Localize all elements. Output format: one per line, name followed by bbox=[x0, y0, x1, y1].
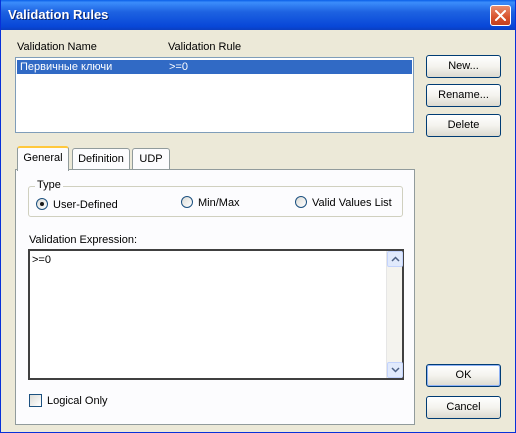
radio-valid-values-list-label[interactable]: Valid Values List bbox=[312, 197, 392, 209]
vertical-scrollbar[interactable] bbox=[386, 251, 403, 378]
column-header-validation-name: Validation Name bbox=[17, 41, 97, 53]
validation-rules-dialog: Validation Rules Validation Name Validat… bbox=[0, 0, 516, 433]
window-title: Validation Rules bbox=[8, 7, 109, 22]
type-groupbox: Type User-Defined Min/Max Valid Values L… bbox=[28, 179, 403, 217]
radio-user-defined-label[interactable]: User-Defined bbox=[53, 199, 118, 211]
cancel-button[interactable]: Cancel bbox=[426, 396, 501, 419]
list-item-rule: >=0 bbox=[169, 61, 188, 73]
logical-only-checkbox[interactable] bbox=[29, 394, 42, 407]
validation-rules-list[interactable]: Первичные ключи >=0 bbox=[15, 57, 414, 133]
scroll-up-button[interactable] bbox=[387, 251, 403, 267]
logical-only-label[interactable]: Logical Only bbox=[47, 395, 108, 407]
tab-udp[interactable]: UDP bbox=[132, 148, 170, 170]
delete-button[interactable]: Delete bbox=[426, 114, 501, 137]
type-group-title: Type bbox=[35, 179, 63, 191]
title-bar[interactable]: Validation Rules bbox=[1, 0, 515, 30]
validation-expression-value: >=0 bbox=[32, 254, 51, 266]
radio-valid-values-list[interactable] bbox=[295, 196, 307, 208]
radio-min-max[interactable] bbox=[181, 196, 193, 208]
validation-expression-field[interactable]: >=0 bbox=[28, 249, 404, 380]
column-header-validation-rule: Validation Rule bbox=[168, 41, 242, 53]
validation-expression-label: Validation Expression: bbox=[29, 234, 138, 246]
ok-button[interactable]: OK bbox=[426, 364, 501, 387]
close-icon bbox=[495, 10, 506, 21]
chevron-up-icon bbox=[391, 256, 400, 262]
chevron-down-icon bbox=[391, 367, 400, 373]
radio-min-max-label[interactable]: Min/Max bbox=[198, 197, 240, 209]
list-item[interactable]: Первичные ключи >=0 bbox=[17, 60, 412, 74]
rename-button[interactable]: Rename... bbox=[426, 84, 501, 107]
list-item-name: Первичные ключи bbox=[20, 61, 113, 73]
close-button[interactable] bbox=[490, 5, 511, 26]
tab-general[interactable]: General bbox=[17, 146, 69, 171]
new-button[interactable]: New... bbox=[426, 55, 501, 78]
general-tab-panel: Type User-Defined Min/Max Valid Values L… bbox=[15, 169, 415, 425]
tab-definition[interactable]: Definition bbox=[72, 148, 130, 170]
scroll-down-button[interactable] bbox=[387, 362, 403, 378]
radio-user-defined[interactable] bbox=[36, 198, 48, 210]
